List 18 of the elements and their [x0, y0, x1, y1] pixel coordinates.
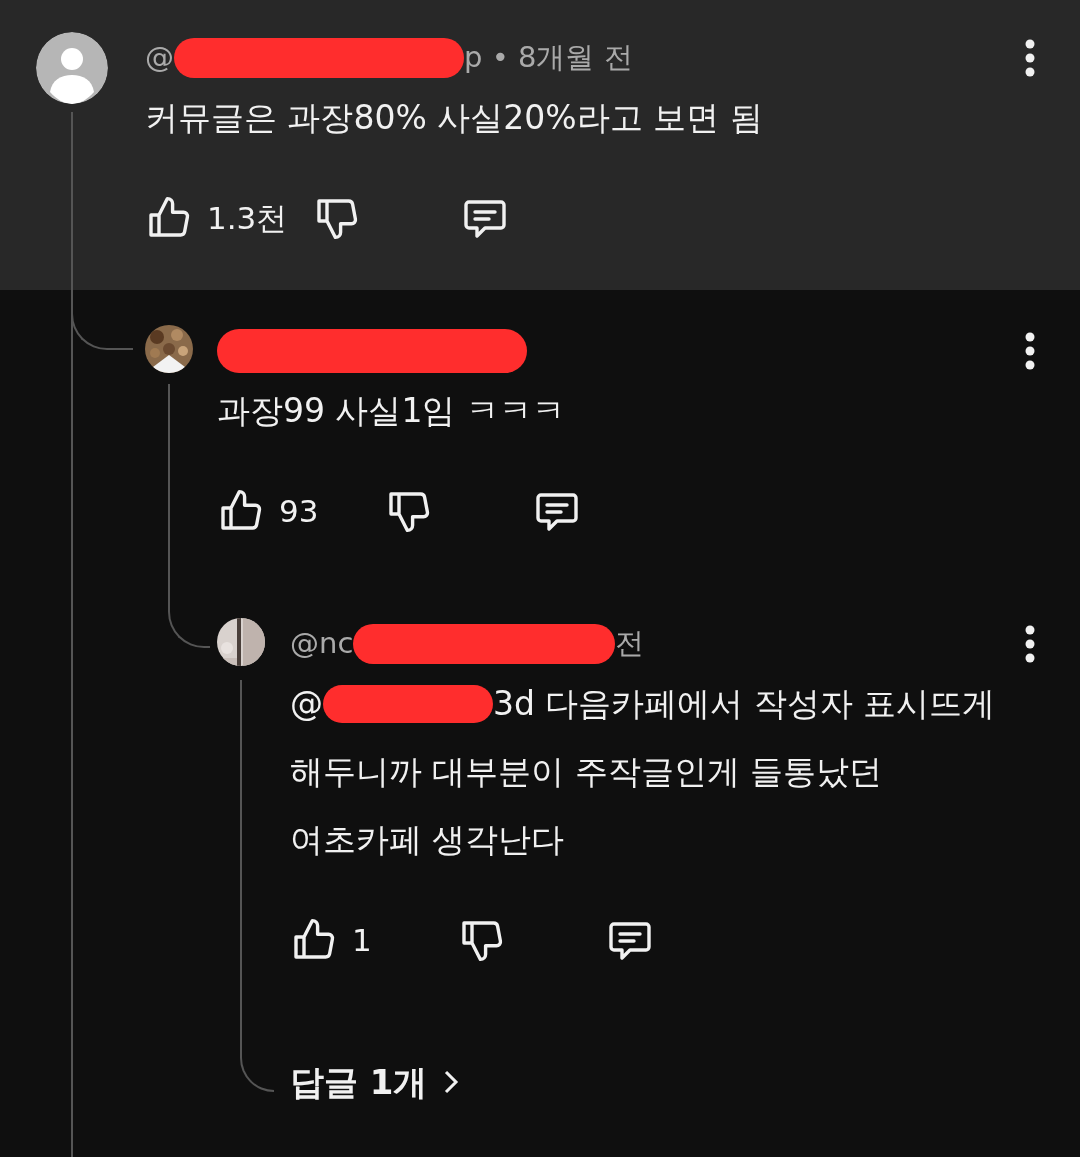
comment-text: 과장99 사실1임 ㅋㅋㅋ — [217, 390, 566, 432]
comment-meta: p • 8개월 전 — [464, 39, 633, 77]
like-count: 1 — [352, 920, 372, 960]
like-count: 93 — [279, 491, 319, 531]
author-name: @nc — [290, 625, 354, 663]
comment-text: 해두니까 대부분이 주작글인게 들통났던 — [290, 751, 884, 793]
more-icon[interactable] — [1024, 38, 1036, 78]
more-icon[interactable] — [1024, 331, 1036, 371]
comment-text: 3d 다음카페에서 작성자 표시뜨게 — [493, 683, 996, 725]
comment-text: 커뮤글은 과장80% 사실20%라고 보면 됨 — [145, 97, 764, 139]
like-count: 1.3천 — [207, 198, 288, 238]
author-name: @ — [145, 39, 174, 77]
mention-text: @ — [290, 683, 323, 725]
comment-meta: 전 — [615, 625, 645, 663]
comment-text: 여초카페 생각난다 — [290, 819, 566, 861]
more-icon[interactable] — [1024, 624, 1036, 664]
avatar-icon — [36, 32, 108, 104]
replies-link[interactable]: 답글 1개 — [290, 1048, 460, 1116]
